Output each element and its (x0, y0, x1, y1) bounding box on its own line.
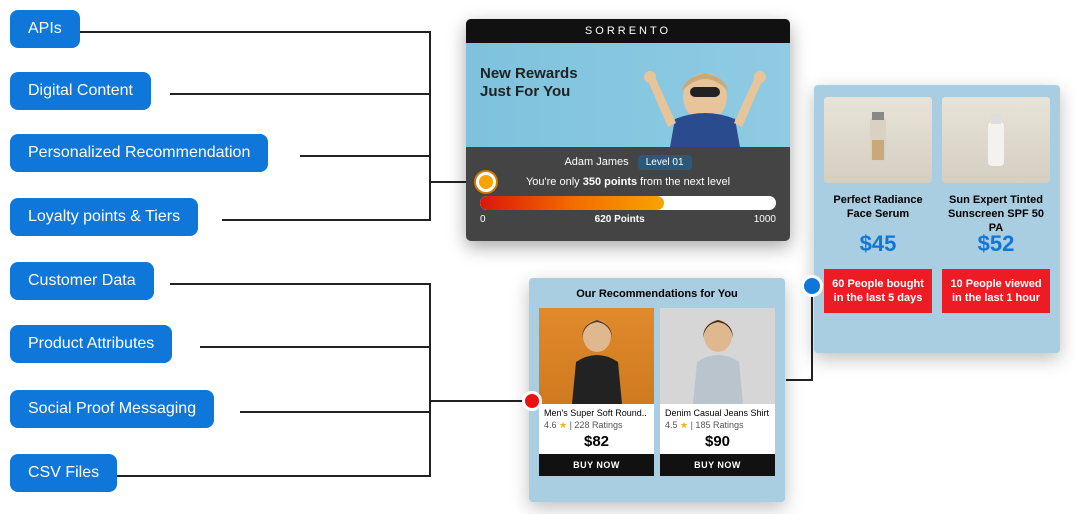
points-min: 0 (480, 214, 486, 225)
user-name: Adam James (564, 156, 628, 168)
skin-product-0: Perfect Radiance Face Serum $45 60 People … (824, 97, 932, 341)
msg-post: from the next level (637, 176, 730, 188)
skin-price: $52 (978, 231, 1015, 257)
headline-line-1: New Rewards (480, 65, 578, 82)
source-pill-2: Personalized Recommendation (10, 134, 268, 172)
brand-bar: SORRENTO (466, 19, 790, 43)
orange-dot-icon (476, 172, 496, 192)
product-price: $90 (665, 433, 770, 450)
buy-now-button[interactable]: BUY NOW (660, 454, 775, 476)
product-image (539, 308, 654, 404)
skin-image (942, 97, 1050, 183)
source-pill-6: Social Proof Messaging (10, 390, 214, 428)
level-badge: Level 01 (638, 155, 692, 170)
points-max: 1000 (754, 214, 776, 225)
source-pill-1: Digital Content (10, 72, 151, 110)
source-pill-3: Loyalty points & Tiers (10, 198, 198, 236)
progress-message: You're only 350 points from the next lev… (480, 176, 776, 188)
product-name: Denim Casual Jeans Shirt (665, 408, 770, 418)
headline-line-2: Just For You (480, 83, 570, 100)
rec-product-0: Men's Super Soft Round.. 4.6 ★ | 228 Rati… (539, 308, 654, 476)
skin-name: Perfect Radiance Face Serum (824, 193, 932, 221)
rewards-card: SORRENTO New Rewards Just For You Adam J… (466, 19, 790, 241)
product-price: $82 (544, 433, 649, 450)
skin-price: $45 (860, 231, 897, 257)
rewards-hero: New Rewards Just For You (466, 43, 790, 147)
product-image (660, 308, 775, 404)
source-pill-5: Product Attributes (10, 325, 172, 363)
progress-bar (480, 196, 776, 210)
user-row: Adam James Level 01 (480, 155, 776, 170)
red-dot-icon (522, 391, 542, 411)
msg-pre: You're only (526, 176, 583, 188)
skin-product-1: Sun Expert Tinted Sunscreen SPF 50 PA $52… (942, 97, 1050, 341)
social-proof-banner: 10 People viewed in the last 1 hour (942, 269, 1050, 313)
rec-product-1: Denim Casual Jeans Shirt 4.5 ★ | 185 Rati… (660, 308, 775, 476)
source-pill-0: APIs (10, 10, 80, 48)
skin-name: Sun Expert Tinted Sunscreen SPF 50 PA (942, 193, 1050, 221)
progress-labels: 0 620 Points 1000 (480, 214, 776, 225)
product-name: Men's Super Soft Round.. (544, 408, 649, 418)
skin-image (824, 97, 932, 183)
blue-dot-icon (801, 275, 823, 297)
buy-now-button[interactable]: BUY NOW (539, 454, 654, 476)
points-current: 620 Points (595, 214, 645, 225)
social-proof-banner: 60 People bought in the last 5 days (824, 269, 932, 313)
person-illustration (630, 49, 780, 147)
skincare-card: Perfect Radiance Face Serum $45 60 People … (814, 85, 1060, 353)
product-rating: 4.5 ★ | 185 Ratings (665, 420, 770, 431)
recommendations-card: Our Recommendations for You Men's Super … (529, 278, 785, 502)
star-icon: ★ (559, 420, 567, 430)
recs-title: Our Recommendations for You (539, 288, 775, 300)
star-icon: ★ (680, 420, 688, 430)
msg-bold: 350 points (583, 176, 637, 188)
source-pill-7: CSV Files (10, 454, 117, 492)
source-pill-4: Customer Data (10, 262, 154, 300)
product-rating: 4.6 ★ | 228 Ratings (544, 420, 649, 431)
